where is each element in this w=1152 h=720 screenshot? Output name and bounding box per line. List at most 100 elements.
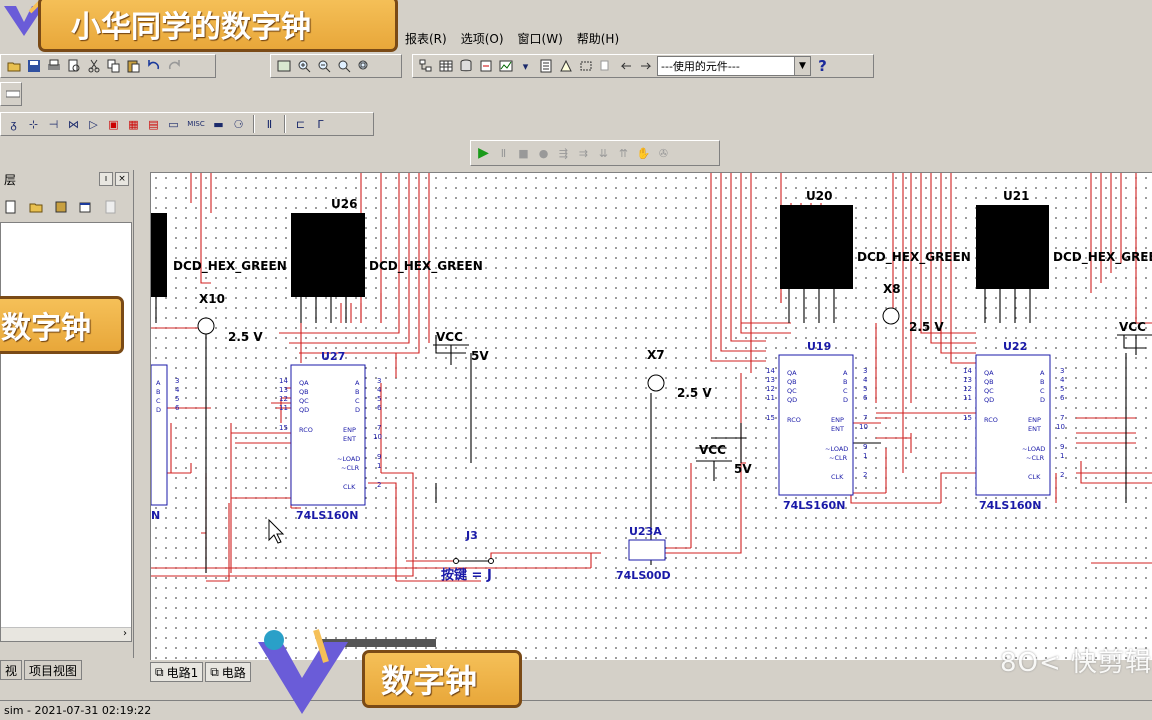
step-out-icon[interactable]: ⇈	[615, 145, 632, 162]
pin-number: 7	[377, 424, 381, 432]
tab-hierarchy[interactable]: 视	[0, 660, 23, 680]
open-icon[interactable]	[5, 58, 22, 75]
power-component-icon[interactable]: ▬	[210, 116, 227, 133]
pin-number: 12	[963, 385, 972, 393]
in-use-components-select[interactable]: ---使用的元件--- ▼	[657, 56, 811, 76]
menu-item[interactable]: 选项(O)	[454, 28, 511, 49]
open-folder-icon[interactable]	[27, 198, 44, 215]
misc-icon[interactable]: MISC	[185, 116, 207, 133]
copy-icon[interactable]	[105, 58, 122, 75]
menu-item[interactable]: 帮助(H)	[570, 28, 626, 49]
hierarchical-block-icon[interactable]: ⊏	[292, 116, 309, 133]
run-icon[interactable]: ▶	[475, 145, 492, 162]
step-into-icon[interactable]: ⇊	[595, 145, 612, 162]
probe-hand-icon[interactable]: ✋	[635, 145, 652, 162]
bottom-banner: 数字钟	[362, 650, 522, 708]
source-icon[interactable]: ᵹ	[5, 116, 22, 133]
forward-annotate-icon[interactable]	[637, 58, 654, 75]
component-wizard-icon[interactable]	[477, 58, 494, 75]
mixed-icon[interactable]: ▤	[145, 116, 162, 133]
pin-number: 11	[279, 404, 288, 412]
vcc-value: 5V	[734, 462, 752, 476]
horizontal-scrollbar[interactable]: ›	[1, 627, 131, 641]
delete-page-icon[interactable]	[102, 198, 119, 215]
save-icon[interactable]	[25, 58, 42, 75]
schematic-canvas[interactable]: U26 U20 U21 DCD_HEX_GREEN DCD_HEX_GREEN …	[150, 172, 1152, 660]
new-window-icon[interactable]	[77, 198, 94, 215]
circuit-icon: ⧉	[210, 664, 219, 679]
vcc-label: VCC	[1119, 320, 1146, 334]
probe-x7-label: X7	[647, 348, 665, 362]
diode-icon[interactable]: ⊣	[45, 116, 62, 133]
pin-number: 9	[377, 453, 381, 461]
back-annotate-icon[interactable]	[617, 58, 634, 75]
select-region-icon[interactable]	[577, 58, 594, 75]
print-icon[interactable]	[45, 58, 62, 75]
postprocessor-icon[interactable]	[537, 58, 554, 75]
gate-label: U23A	[629, 525, 662, 538]
project-tree[interactable]: ›	[0, 222, 132, 642]
breakpoint-icon[interactable]: ✇	[655, 145, 672, 162]
pin-number: 4	[863, 376, 868, 384]
simulation-toolbar: ▶ Ⅱ ■ ● ⇶ ⇉ ⇊ ⇈ ✋ ✇	[470, 140, 720, 166]
zoom-area-icon[interactable]	[335, 58, 352, 75]
menu-item[interactable]: 窗口(W)	[511, 28, 570, 49]
print-preview-icon[interactable]	[65, 58, 82, 75]
pin-label: B	[843, 378, 847, 386]
pause-icon[interactable]: Ⅱ	[495, 145, 512, 162]
stop-icon[interactable]: ■	[515, 145, 532, 162]
gate-model-label: 74LS00D	[616, 569, 671, 582]
menu-item[interactable]: 报表(R)	[398, 28, 454, 49]
dropdown-arrow-icon[interactable]: ▾	[517, 58, 534, 75]
panel-tabs: 视 项目视图	[0, 660, 134, 680]
close-button[interactable]: ×	[115, 172, 129, 186]
cmos-icon[interactable]: ▦	[125, 116, 142, 133]
erc-icon[interactable]	[557, 58, 574, 75]
transfer-icon[interactable]	[597, 58, 614, 75]
spreadsheet-icon[interactable]	[437, 58, 454, 75]
transistor-icon[interactable]: ⋈	[65, 116, 82, 133]
analog-icon[interactable]: ▷	[85, 116, 102, 133]
new-page-icon[interactable]	[2, 198, 19, 215]
cut-icon[interactable]	[85, 58, 102, 75]
zoom-out-icon[interactable]	[315, 58, 332, 75]
step-icon[interactable]: ⇶	[555, 145, 572, 162]
pin-label: ~LOAD	[337, 455, 360, 463]
panel-save-icon[interactable]	[52, 198, 69, 215]
paste-icon[interactable]	[125, 58, 142, 75]
toolbar-handle-icon[interactable]	[5, 86, 21, 103]
pin-number: 4	[175, 386, 180, 394]
undo-icon[interactable]	[145, 58, 162, 75]
pin-number: 11	[963, 394, 972, 402]
tab-project-view[interactable]: 项目视图	[24, 660, 83, 680]
pin-number: 5	[863, 385, 867, 393]
bus-icon[interactable]: Ⅱ	[261, 116, 278, 133]
hierarchy-icon[interactable]	[417, 58, 434, 75]
database-icon[interactable]	[457, 58, 474, 75]
indicator-icon[interactable]: ▭	[165, 116, 182, 133]
record-icon[interactable]: ●	[535, 145, 552, 162]
zoom-fit-icon[interactable]	[355, 58, 372, 75]
chevron-down-icon[interactable]: ▼	[794, 57, 810, 75]
basic-icon[interactable]: ⊹	[25, 116, 42, 133]
connector-icon[interactable]: Γ	[312, 116, 329, 133]
grapher-icon[interactable]	[497, 58, 514, 75]
pin-button[interactable]: ı	[99, 172, 113, 186]
fullscreen-icon[interactable]	[275, 58, 292, 75]
ttl-icon[interactable]: ▣	[105, 116, 122, 133]
pin-number: 6	[863, 394, 868, 402]
help-icon[interactable]: ?	[814, 58, 831, 75]
pin-number: 4	[377, 386, 382, 394]
pin-label: C	[355, 397, 360, 405]
logo-icon	[258, 629, 348, 714]
redo-icon[interactable]	[165, 58, 182, 75]
main-toolbar: ▾ ---使用的元件--- ▼ ?	[412, 54, 874, 78]
tab-circuit-1[interactable]: ⧉ 电路1	[150, 662, 204, 682]
probe-x10-label: X10	[199, 292, 225, 306]
rf-icon[interactable]: ⚆	[230, 116, 247, 133]
pin-number: 13	[963, 376, 972, 384]
step-over-icon[interactable]: ⇉	[575, 145, 592, 162]
nand-gate-u23a: U23A 74LS00D	[616, 525, 671, 582]
tab-circuit-2[interactable]: ⧉ 电路	[205, 662, 251, 682]
zoom-in-icon[interactable]	[295, 58, 312, 75]
